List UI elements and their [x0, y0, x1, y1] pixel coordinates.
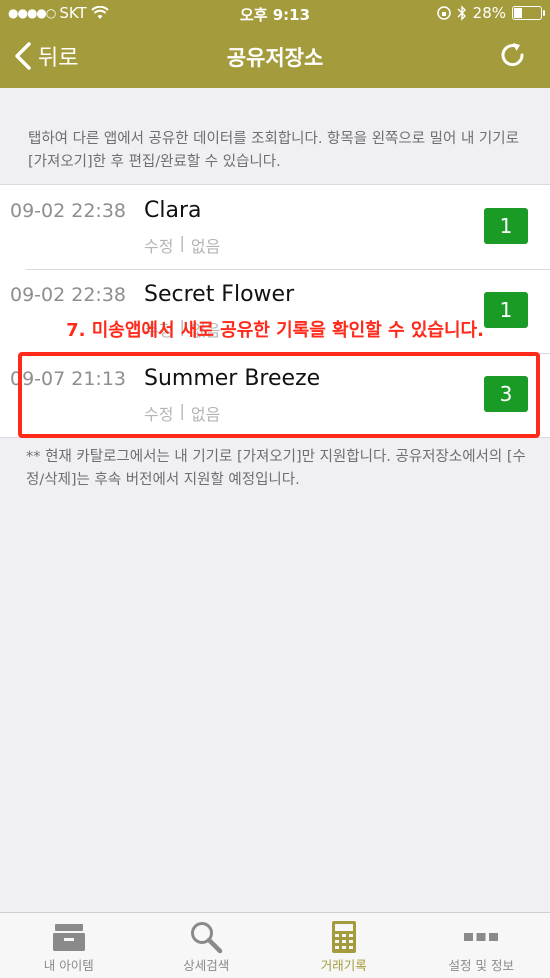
item-time: 09-02 22:38 [10, 284, 127, 306]
item-value: 없음 [190, 237, 221, 256]
item-separator: | [179, 233, 185, 252]
list-item[interactable]: 09-02 22:38 Clara 수정 | 없음 1 [0, 185, 550, 269]
search-icon [191, 922, 223, 954]
battery-icon [512, 6, 545, 20]
item-subtitle: 수정 | 없음 [144, 233, 220, 257]
tab-label: 거래기록 [320, 958, 367, 973]
highlight-box [18, 352, 540, 438]
bluetooth-icon [457, 5, 466, 21]
tab-label: 상세검색 [183, 958, 230, 973]
status-bar: ●●●●○ SKT 오후 9:13 28% [0, 0, 550, 26]
page-title: 공유저장소 [226, 46, 324, 70]
tab-settings-info[interactable]: 설정 및 정보 [413, 913, 550, 978]
count-badge: 1 [484, 208, 528, 244]
refresh-icon[interactable] [498, 40, 528, 70]
help-description: 탭하여 다른 앱에서 공유한 데이터를 조회합니다. 항목을 왼쪽으로 밀어 내… [28, 131, 519, 170]
more-dots-icon [464, 933, 499, 941]
tab-label: 내 아이템 [43, 958, 94, 973]
calculator-icon [331, 921, 356, 953]
tab-transaction-history[interactable]: 거래기록 [275, 913, 413, 978]
item-time: 09-02 22:38 [10, 200, 127, 222]
item-name: Clara [144, 198, 202, 223]
item-edit-label: 수정 [144, 237, 174, 256]
battery-percent: 28% [472, 4, 506, 22]
inbox-tray-icon [52, 924, 85, 951]
tab-label: 설정 및 정보 [448, 958, 514, 973]
orientation-lock-icon [436, 6, 451, 20]
tab-bar: 내 아이템 상세검색 거래기록 설정 및 정보 [0, 912, 550, 978]
tab-my-items[interactable]: 내 아이템 [0, 913, 138, 978]
footer-note: ** 현재 카탈로그에서는 내 기기로 [가져오기]만 지원합니다. 공유저장소… [26, 449, 526, 488]
item-name: Secret Flower [144, 282, 295, 307]
tutorial-annotation: 7. 미송앱에서 새로 공유한 기록을 확인할 수 있습니다. [66, 320, 484, 341]
tab-detail-search[interactable]: 상세검색 [138, 913, 276, 978]
header-bar: ●●●●○ SKT 오후 9:13 28% 뒤로 공유저장소 [0, 0, 550, 88]
navigation-bar: 뒤로 공유저장소 [0, 26, 550, 88]
